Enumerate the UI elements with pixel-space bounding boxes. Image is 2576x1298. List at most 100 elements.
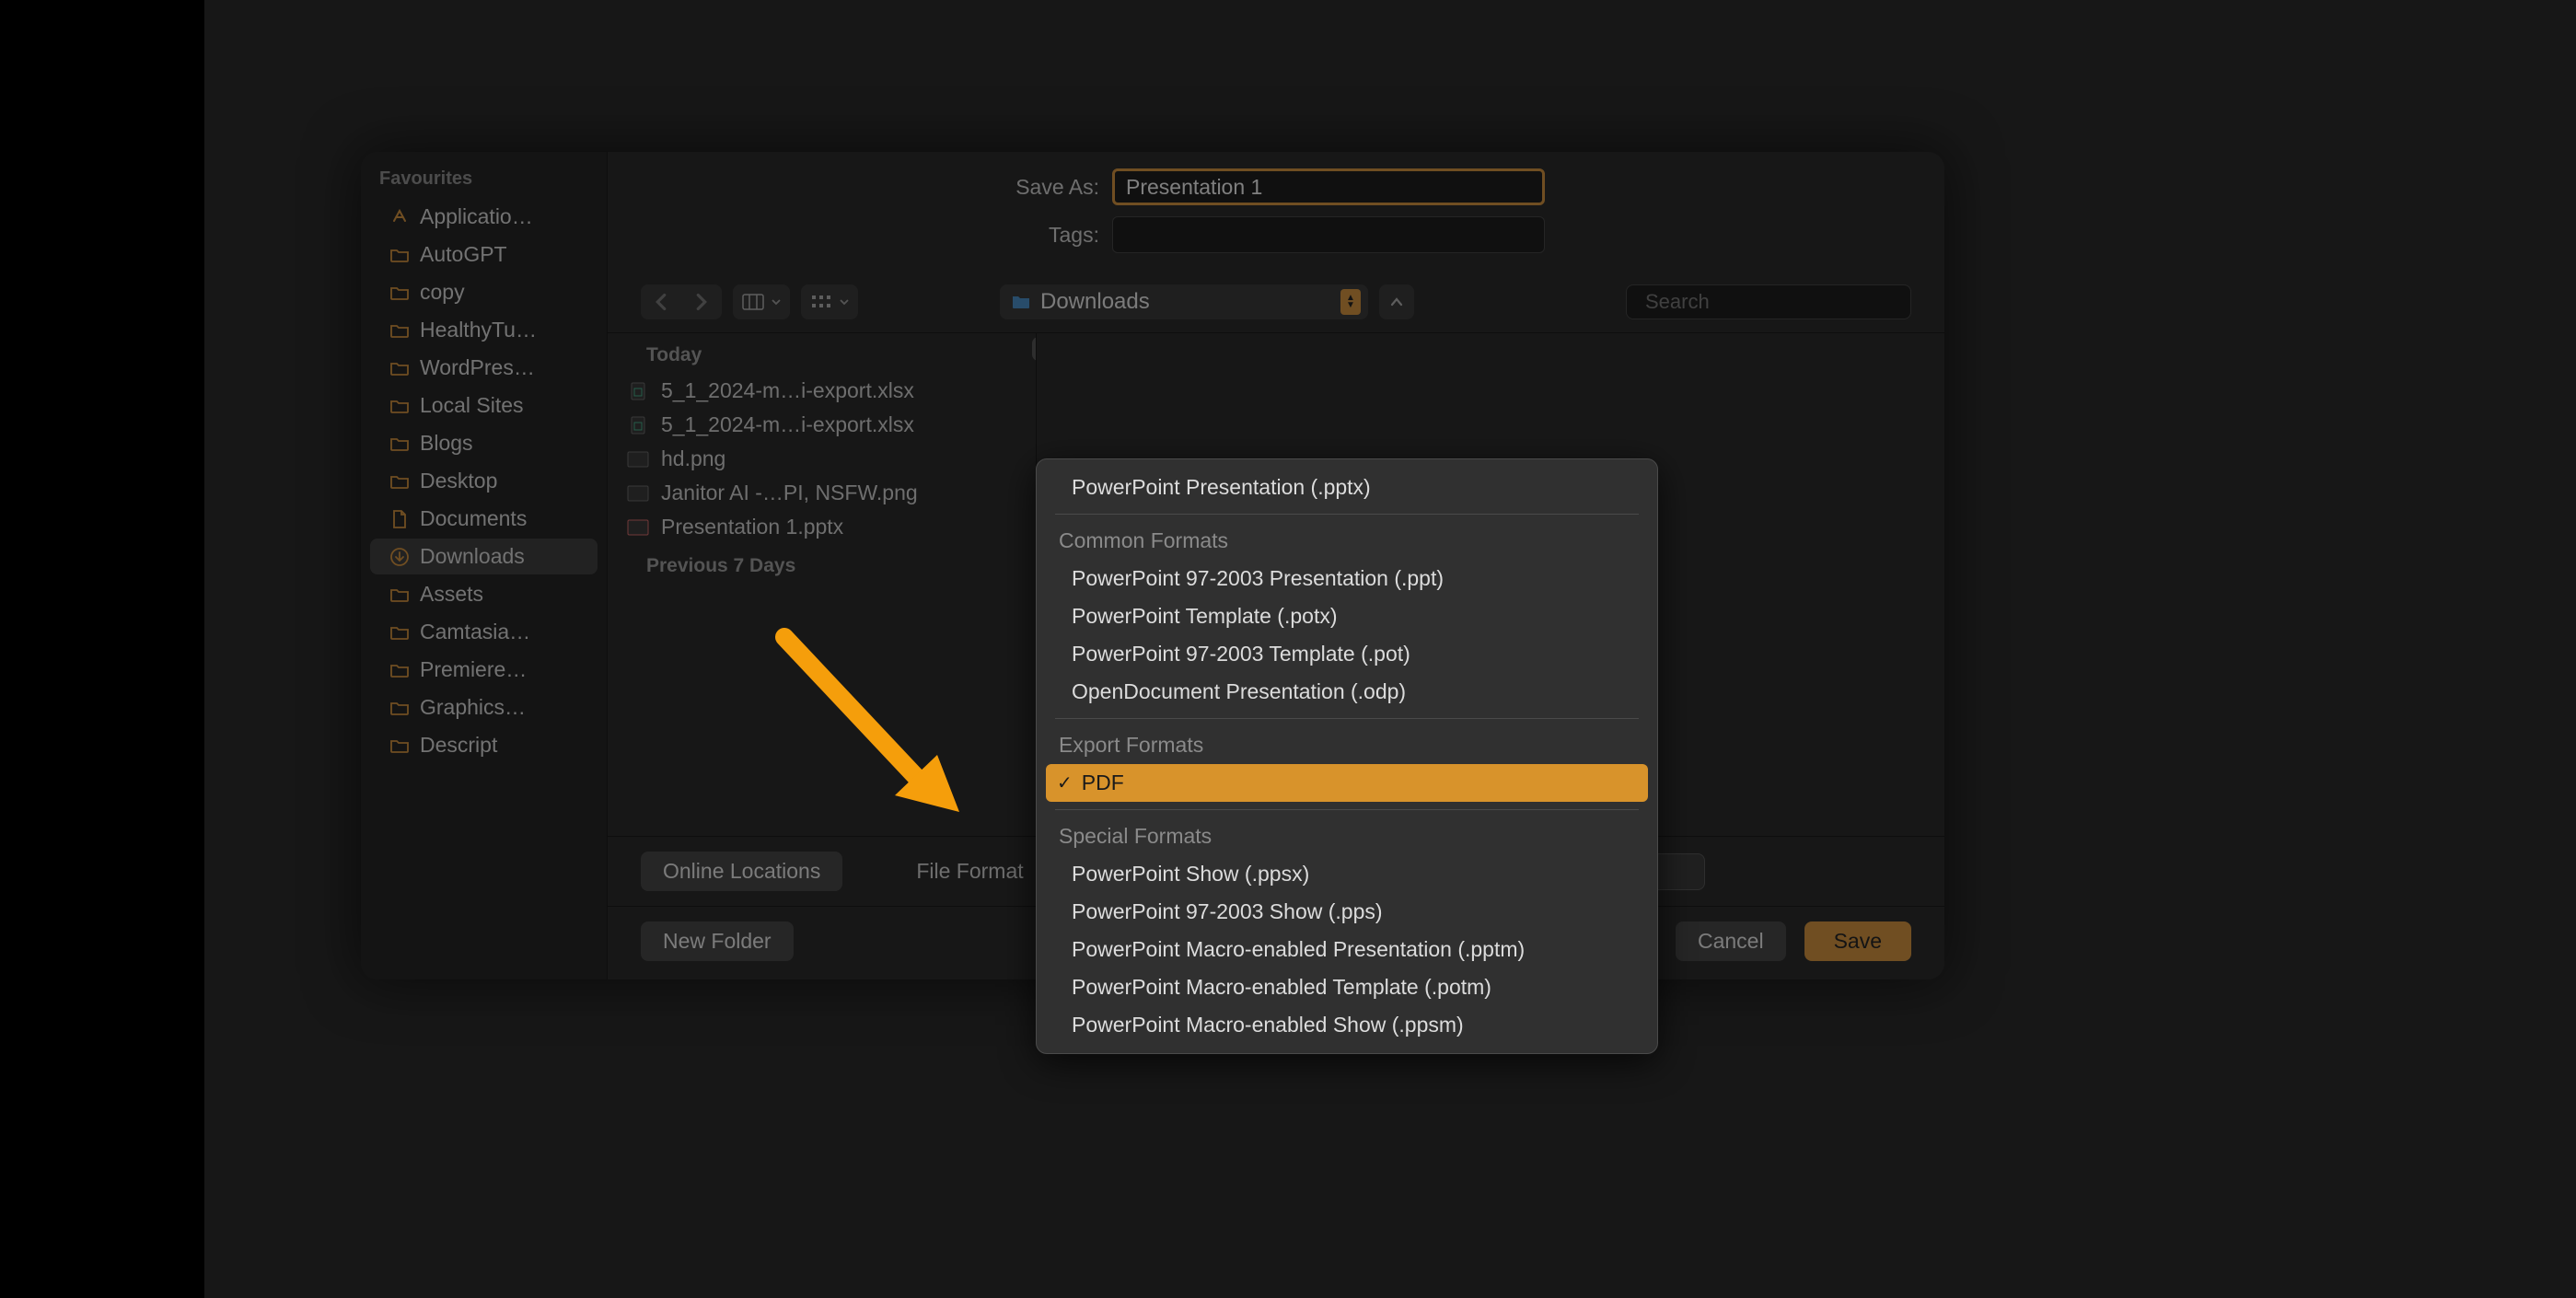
format-option[interactable]: PowerPoint 97-2003 Template (.pot): [1046, 635, 1648, 673]
folder-icon: [389, 470, 411, 493]
folder-icon: [389, 357, 411, 379]
file-name: 5_1_2024-m…i-export.xlsx: [661, 412, 914, 437]
format-option[interactable]: PowerPoint Template (.potx): [1046, 597, 1648, 635]
sidebar-item-label: Local Sites: [420, 393, 524, 418]
collapse-button[interactable]: [1379, 284, 1414, 319]
favourites-sidebar: Favourites Applicatio… AutoGPT copy Healthy…: [361, 152, 608, 979]
chevron-right-icon: [695, 293, 708, 311]
location-text: Downloads: [1040, 289, 1331, 315]
scroll-thumb[interactable]: [1032, 337, 1037, 361]
download-icon: [389, 546, 411, 568]
format-option[interactable]: OpenDocument Presentation (.odp): [1046, 673, 1648, 711]
back-button[interactable]: [641, 284, 681, 319]
sidebar-item-localsites[interactable]: Local Sites: [370, 388, 598, 423]
image-icon: [626, 481, 650, 505]
sidebar-item-label: HealthyTu…: [420, 318, 537, 342]
sidebar-item-downloads[interactable]: Downloads: [370, 539, 598, 574]
sidebar-item-label: Applicatio…: [420, 204, 533, 229]
grid-icon: [810, 294, 832, 310]
sidebar-item-label: Graphics…: [420, 695, 526, 720]
tags-input[interactable]: [1112, 216, 1545, 253]
sidebar-item-graphics[interactable]: Graphics…: [370, 690, 598, 725]
file-format-menu: PowerPoint Presentation (.pptx) Common F…: [1036, 458, 1658, 1054]
file-row[interactable]: hd.png: [608, 442, 1036, 476]
sidebar-item-label: copy: [420, 280, 465, 305]
save-as-label: Save As:: [1007, 175, 1099, 200]
format-group-header: Export Formats: [1046, 726, 1648, 764]
file-name: hd.png: [661, 446, 725, 471]
sidebar-item-applicatio[interactable]: Applicatio…: [370, 199, 598, 235]
sidebar-item-label: AutoGPT: [420, 242, 507, 267]
format-option[interactable]: PowerPoint Macro-enabled Template (.potm…: [1046, 968, 1648, 1006]
format-group-header: Special Formats: [1046, 817, 1648, 855]
file-name: Janitor AI -…PI, NSFW.png: [661, 481, 918, 505]
file-row[interactable]: Presentation 1.pptx: [608, 510, 1036, 544]
folder-icon: [1011, 294, 1031, 310]
file-section-header: Today: [608, 333, 1036, 374]
folder-icon: [389, 584, 411, 606]
format-option[interactable]: PowerPoint 97-2003 Show (.pps): [1046, 893, 1648, 931]
format-option[interactable]: PowerPoint Presentation (.pptx): [1046, 469, 1648, 506]
check-icon: ✓: [1057, 771, 1073, 794]
save-button[interactable]: Save: [1804, 921, 1911, 961]
view-switch[interactable]: [733, 284, 790, 319]
file-column[interactable]: Today5_1_2024-m…i-export.xlsx5_1_2024-m……: [608, 333, 1037, 836]
sidebar-item-desktop[interactable]: Desktop: [370, 463, 598, 499]
sidebar-item-label: Desktop: [420, 469, 497, 493]
sidebar-item-wordpres[interactable]: WordPres…: [370, 350, 598, 386]
sidebar-item-camtasia[interactable]: Camtasia…: [370, 614, 598, 650]
sheet-icon: [626, 379, 650, 403]
window-left-strip: [0, 0, 204, 1298]
file-format-label: File Format: [916, 859, 1023, 884]
folder-icon: [389, 282, 411, 304]
sidebar-item-label: Blogs: [420, 431, 473, 456]
chevron-up-icon: [1390, 297, 1403, 307]
sidebar-item-blogs[interactable]: Blogs: [370, 425, 598, 461]
sidebar-item-healthytu[interactable]: HealthyTu…: [370, 312, 598, 348]
updown-icon: ▲▼: [1340, 289, 1361, 315]
save-as-input[interactable]: [1112, 168, 1545, 205]
sidebar-item-copy[interactable]: copy: [370, 274, 598, 310]
nav-buttons: [641, 284, 722, 319]
online-locations-button[interactable]: Online Locations: [641, 852, 842, 891]
tags-label: Tags:: [1007, 223, 1099, 248]
file-row[interactable]: 5_1_2024-m…i-export.xlsx: [608, 374, 1036, 408]
folder-icon: [389, 244, 411, 266]
sidebar-header: Favourites: [361, 168, 607, 197]
presentation-icon: [626, 516, 650, 539]
divider: [1055, 809, 1639, 810]
format-option[interactable]: ✓PDF: [1046, 764, 1648, 802]
divider: [1055, 718, 1639, 719]
file-row[interactable]: Janitor AI -…PI, NSFW.png: [608, 476, 1036, 510]
folder-icon: [389, 433, 411, 455]
columns-icon: [742, 294, 764, 310]
new-folder-button[interactable]: New Folder: [641, 921, 794, 961]
sidebar-item-descript[interactable]: Descript: [370, 727, 598, 763]
group-switch[interactable]: [801, 284, 858, 319]
sidebar-item-label: Assets: [420, 582, 483, 607]
folder-icon: [389, 735, 411, 757]
format-option[interactable]: PowerPoint Macro-enabled Presentation (.…: [1046, 931, 1648, 968]
location-dropdown[interactable]: Downloads ▲▼: [1000, 284, 1368, 319]
format-option[interactable]: PowerPoint Show (.ppsx): [1046, 855, 1648, 893]
folder-icon: [389, 659, 411, 681]
search-input[interactable]: [1645, 290, 1910, 314]
folder-icon: [389, 621, 411, 643]
cancel-button[interactable]: Cancel: [1676, 921, 1786, 961]
sidebar-item-premiere[interactable]: Premiere…: [370, 652, 598, 688]
sidebar-item-label: WordPres…: [420, 355, 535, 380]
sidebar-item-autogpt[interactable]: AutoGPT: [370, 237, 598, 272]
sidebar-item-label: Descript: [420, 733, 497, 758]
format-option[interactable]: PowerPoint 97-2003 Presentation (.ppt): [1046, 560, 1648, 597]
forward-button[interactable]: [681, 284, 722, 319]
folder-icon: [389, 697, 411, 719]
file-row[interactable]: 5_1_2024-m…i-export.xlsx: [608, 408, 1036, 442]
chevron-down-icon: [772, 298, 781, 306]
format-option[interactable]: PowerPoint Macro-enabled Show (.ppsm): [1046, 1006, 1648, 1044]
file-section-header: Previous 7 Days: [608, 544, 1036, 585]
search-box[interactable]: [1626, 284, 1911, 319]
format-group-header: Common Formats: [1046, 522, 1648, 560]
sidebar-item-assets[interactable]: Assets: [370, 576, 598, 612]
chevron-down-icon: [840, 298, 849, 306]
sidebar-item-documents[interactable]: Documents: [370, 501, 598, 537]
